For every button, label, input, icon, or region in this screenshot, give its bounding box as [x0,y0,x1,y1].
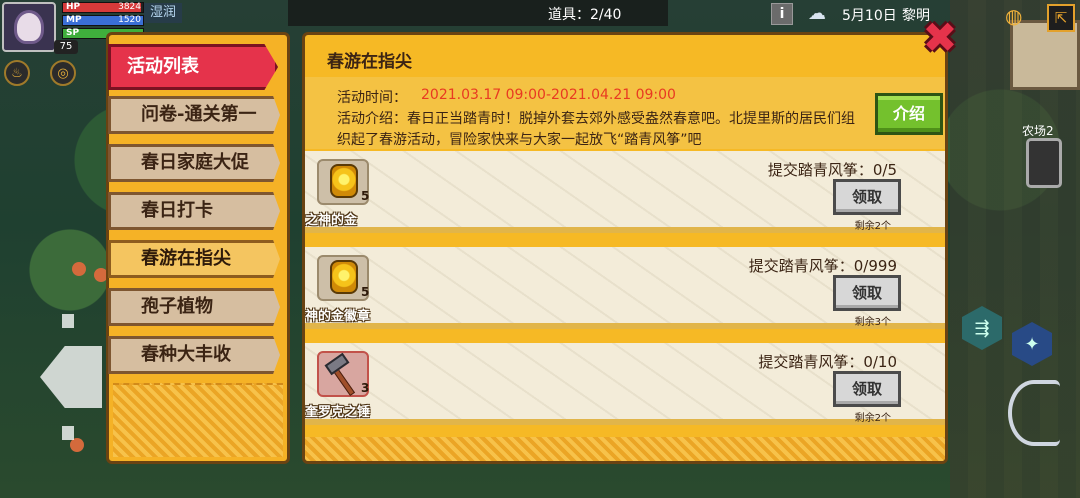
reward-row: 5 神的金徽章 提交踏青风筝：0/999 领取 剩余3个 [305,247,945,329]
background-flower [70,438,84,452]
reward-row: 3 奎罗克之锤 提交踏青风筝：0/10 领取 剩余2个 [305,343,945,425]
item-name: 奎罗克之锤 [305,405,371,420]
panel-bottom-pattern [305,437,945,461]
player-level: 75 [54,40,78,54]
mp-value: 1520 [118,15,141,25]
remaining-count: 剩余2个 [854,413,891,424]
tab-spring-checkin[interactable]: 春日打卡 [108,192,280,230]
tab-spore-plants[interactable]: 孢子植物 [108,288,280,326]
hammer-handle [332,367,356,397]
fire-buff-icon[interactable]: ♨ [4,60,30,86]
activity-time-label: 活动时间： [337,90,407,106]
activity-tabs: 活动列表 问卷-通关第一 春日家庭大促 春日打卡 春游在指尖 孢子植物 春种大丰… [108,32,298,472]
gold-medal-icon [330,260,358,294]
activity-time-value: 2021.03.17 09:00-2021.04.21 09:00 [421,87,676,103]
item-count: 3 [361,381,370,395]
intro-button[interactable]: 介绍 [875,93,943,135]
hp-bar: HP 3824 [62,2,144,13]
avatar-face [14,10,44,44]
item-name: 神的金徽章 [305,309,371,324]
hp-value: 3824 [118,2,141,12]
inventory-count: 道具：2/40 [548,7,622,23]
claim-button[interactable]: 领取 [833,275,901,311]
sp-label: SP [66,28,80,38]
status-buff-icon[interactable]: ◎ [50,60,76,86]
tab-spring-family-sale[interactable]: 春日家庭大促 [108,144,280,182]
claim-button[interactable]: 领取 [833,371,901,407]
tab-spring-harvest[interactable]: 春种大丰收 [108,336,280,374]
background-flower [72,262,86,276]
weather-status: 湿润 [144,3,183,23]
remaining-count: 剩余3个 [854,317,891,328]
item-name: 之神的金 [305,213,358,228]
game-date: 5月10日 [842,8,897,24]
tab-spring-outing[interactable]: 春游在指尖 [108,240,280,278]
activity-detail-panel: 春游在指尖 活动时间： 2021.03.17 09:00-2021.04.21 … [302,32,948,464]
reward-row: 5 之神的金 提交踏青风筝：0/5 领取 剩余2个 [305,151,945,233]
cloud-weather-icon: ☁ [808,3,826,24]
hp-label: HP [66,2,81,12]
panel-title: 春游在指尖 [327,52,412,72]
tab-survey[interactable]: 问卷-通关第一 [108,96,280,134]
submit-progress: 提交踏青风筝：0/5 [767,161,897,179]
item-count: 5 [361,285,370,299]
item-count: 5 [361,189,370,203]
globe-icon[interactable]: ◍ [1005,4,1031,28]
remaining-count: 剩余2个 [854,221,891,232]
activity-description: 活动介绍：春日正当踏青时！脱掉外套去郊外感受盎然春意吧。北提里斯的居民们组织起了… [337,111,855,148]
bow-attack-icon[interactable] [1008,380,1060,446]
submit-progress: 提交踏青风筝：0/10 [758,353,897,371]
dpad-down-left[interactable] [62,426,74,440]
close-icon[interactable]: ✖ [920,17,960,59]
mp-label: MP [66,15,82,25]
dpad-up-left[interactable] [62,314,74,328]
claim-button[interactable]: 领取 [833,179,901,215]
player-avatar[interactable] [2,2,56,52]
submit-progress: 提交踏青风筝：0/999 [748,257,897,275]
activity-list-header: 活动列表 [108,44,278,90]
exit-icon[interactable]: ⇱ [1047,4,1075,32]
info-icon[interactable]: i [771,3,793,25]
farm-label: 农场2 [1022,124,1054,138]
gold-medal-icon [330,164,358,198]
phone-icon[interactable] [1026,138,1062,188]
mp-bar: MP 1520 [62,15,144,26]
